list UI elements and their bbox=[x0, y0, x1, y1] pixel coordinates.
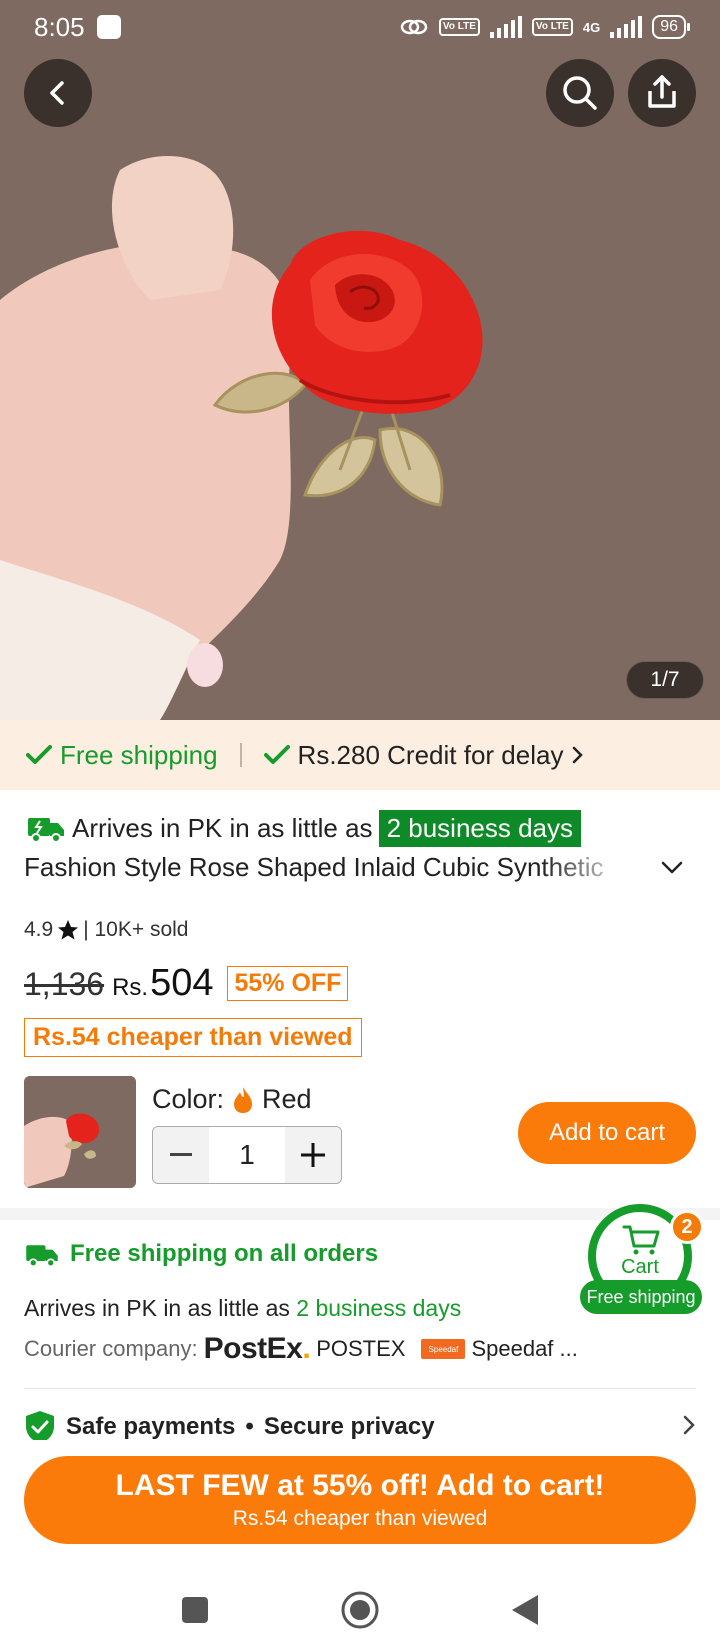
shipping-strip[interactable]: Free shipping Rs.280 Credit for delay bbox=[0, 720, 720, 790]
sku-selector: Color: Red 1 Add to cart bbox=[24, 1076, 696, 1188]
rating-value: 4.9 bbox=[24, 918, 54, 941]
status-icons: Vo LTE Vo LTE 4G 96 bbox=[399, 15, 690, 39]
divider bbox=[24, 1388, 696, 1389]
arrival-days-badge: 2 business days bbox=[378, 809, 582, 847]
increase-quantity-button[interactable] bbox=[285, 1127, 341, 1183]
discount-badge: 55% OFF bbox=[227, 966, 349, 1001]
arrival-info: Arrives in PK in as little as 2 business… bbox=[24, 1295, 461, 1322]
chevron-down-icon[interactable] bbox=[660, 860, 684, 876]
minus-icon bbox=[170, 1153, 192, 1156]
bullet-separator: • bbox=[245, 1413, 254, 1440]
delay-credit-text: Rs.280 Credit for delay bbox=[297, 739, 564, 770]
product-title[interactable]: Fashion Style Rose Shaped Inlaid Cubic S… bbox=[24, 852, 634, 883]
shield-check-icon bbox=[26, 1411, 54, 1443]
status-time: 8:05 bbox=[34, 12, 121, 43]
cart-count-badge: 2 bbox=[670, 1210, 704, 1244]
free-shipping-all[interactable]: Free shipping on all orders bbox=[24, 1240, 378, 1268]
quantity-stepper: 1 bbox=[152, 1126, 342, 1184]
color-label: Color: bbox=[152, 1084, 225, 1114]
cart-icon bbox=[622, 1225, 660, 1255]
check-icon bbox=[263, 745, 290, 764]
sale-price: 504 bbox=[150, 962, 214, 1004]
arrival-text: Arrives in PK in as little as bbox=[72, 812, 373, 843]
cta-sub-text: Rs.54 cheaper than viewed bbox=[232, 1507, 488, 1530]
battery-icon: 96 bbox=[652, 15, 690, 39]
share-button[interactable] bbox=[628, 59, 696, 127]
network-type: 4G bbox=[582, 19, 601, 35]
add-to-cart-button[interactable]: Add to cart bbox=[518, 1102, 696, 1164]
arrival-estimate: Arrives in PK in as little as 2 business… bbox=[26, 808, 582, 848]
courier-label: Courier company: bbox=[24, 1336, 198, 1361]
courier-postex: POSTEX bbox=[316, 1336, 406, 1361]
divider bbox=[239, 743, 242, 767]
decrease-quantity-button[interactable] bbox=[153, 1127, 209, 1183]
courier-row: Courier company: PostEx. POSTEX Speedaf … bbox=[24, 1332, 578, 1366]
cheaper-badge: Rs.54 cheaper than viewed bbox=[24, 1018, 362, 1057]
image-counter: 1/7 bbox=[626, 661, 704, 699]
floating-cart-button[interactable]: Cart 2 Free shipping bbox=[580, 1202, 704, 1314]
secure-privacy-text: Secure privacy bbox=[263, 1413, 435, 1440]
postex-logo-text: PostEx bbox=[203, 1332, 303, 1365]
quantity-value[interactable]: 1 bbox=[209, 1127, 285, 1183]
delay-credit[interactable]: Rs.280 Credit for delay bbox=[263, 739, 584, 771]
fast-truck-icon bbox=[26, 1245, 58, 1268]
volte-icon: Vo LTE bbox=[438, 18, 480, 36]
free-shipping-text: Free shipping bbox=[60, 739, 218, 770]
safe-payments-text: Safe payments bbox=[66, 1413, 236, 1440]
clock: 8:05 bbox=[34, 11, 85, 42]
signal-icon bbox=[489, 16, 522, 38]
fast-truck-icon bbox=[28, 818, 64, 843]
sku-thumbnail[interactable] bbox=[24, 1076, 136, 1188]
cart-label: Cart bbox=[621, 1256, 659, 1278]
system-nav-bar bbox=[0, 1570, 720, 1650]
cta-main-text: LAST FEW at 55% off! Add to cart! bbox=[115, 1469, 605, 1502]
chevron-right-icon bbox=[683, 1415, 695, 1435]
color-value: Red bbox=[262, 1084, 312, 1114]
plus-icon bbox=[301, 1143, 325, 1167]
cart-free-shipping-tag: Free shipping bbox=[580, 1280, 702, 1314]
search-button[interactable] bbox=[546, 59, 614, 127]
sold-count: | 10K+ sold bbox=[83, 918, 189, 941]
chevron-left-icon bbox=[50, 81, 64, 105]
price-row: 1,136 Rs. 504 55% OFF bbox=[24, 962, 349, 1005]
last-few-add-to-cart-button[interactable]: LAST FEW at 55% off! Add to cart! Rs.54 … bbox=[24, 1456, 696, 1544]
signal-icon-2 bbox=[610, 16, 643, 38]
notification-icon bbox=[96, 15, 121, 39]
recents-button[interactable] bbox=[180, 1595, 210, 1625]
color-selection: Color: Red bbox=[152, 1084, 312, 1115]
original-price: 1,136 bbox=[24, 966, 105, 1002]
back-nav-button[interactable] bbox=[510, 1593, 540, 1627]
product-image-gallery[interactable] bbox=[0, 0, 720, 720]
free-shipping-tag: Free shipping bbox=[26, 740, 218, 771]
search-icon bbox=[563, 76, 597, 110]
postex-logo: PostEx. bbox=[203, 1332, 311, 1365]
flame-icon bbox=[234, 1086, 253, 1113]
back-button[interactable] bbox=[24, 59, 92, 127]
status-bar: 8:05 Vo LTE Vo LTE 4G 96 bbox=[0, 0, 720, 54]
arrival-info-text: Arrives in PK in as little as bbox=[24, 1295, 290, 1321]
safe-payments-row[interactable]: Safe payments • Secure privacy bbox=[24, 1410, 696, 1444]
free-shipping-all-text: Free shipping on all orders bbox=[70, 1240, 379, 1267]
volte-icon-2: Vo LTE bbox=[531, 18, 573, 36]
courier-speedaf: Speedaf ... bbox=[471, 1336, 578, 1361]
speedaf-logo: Speedaf bbox=[421, 1339, 466, 1359]
rating-row[interactable]: 4.9 | 10K+ sold bbox=[24, 918, 188, 942]
home-button[interactable] bbox=[340, 1590, 380, 1630]
star-icon bbox=[58, 920, 79, 940]
share-icon bbox=[648, 75, 676, 108]
product-photo bbox=[0, 0, 720, 720]
check-icon bbox=[26, 745, 52, 764]
link-icon bbox=[400, 19, 428, 35]
product-thumbnail-image bbox=[24, 1076, 136, 1188]
currency-symbol: Rs. bbox=[112, 974, 149, 1001]
arrival-info-days: 2 business days bbox=[296, 1295, 462, 1321]
bottom-cta-bar: LAST FEW at 55% off! Add to cart! Rs.54 … bbox=[0, 1440, 720, 1570]
chevron-right-icon bbox=[573, 746, 584, 764]
